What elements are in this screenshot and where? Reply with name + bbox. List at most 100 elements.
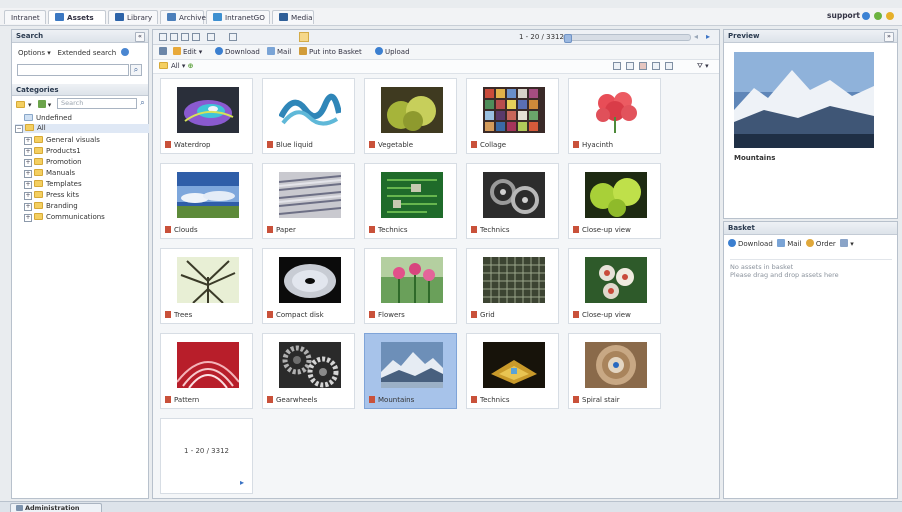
asset-tile[interactable]: Grid — [466, 248, 559, 324]
search-button[interactable]: ⌕ — [130, 64, 142, 76]
expand-node-icon[interactable]: + — [24, 181, 32, 189]
mail-button[interactable]: Mail — [267, 47, 291, 56]
list-view-icon[interactable] — [159, 33, 167, 41]
tree-item-products1[interactable]: + Products1 — [24, 147, 81, 156]
tab-label: Media — [291, 13, 313, 22]
tree-item-manuals[interactable]: + Manuals — [24, 169, 75, 178]
options-menu[interactable]: Options — [18, 49, 45, 57]
expand-node-icon[interactable]: + — [24, 148, 32, 156]
expand-node-icon[interactable]: + — [24, 192, 32, 200]
tree-item-promotion[interactable]: + Promotion — [24, 158, 82, 167]
tab-intranetgo[interactable]: IntranetGO — [206, 10, 270, 24]
add-filter-icon[interactable]: ⊕ — [188, 62, 194, 70]
asset-tile[interactable]: Technics — [364, 163, 457, 239]
page-icon[interactable] — [207, 33, 215, 41]
tab-library[interactable]: Library — [108, 10, 158, 24]
sort-icon[interactable] — [229, 33, 237, 41]
expand-node-icon[interactable]: + — [24, 137, 32, 145]
asset-tile[interactable]: Close-up view — [568, 248, 661, 324]
tab-media[interactable]: Media — [272, 10, 314, 24]
grid-view-icon[interactable] — [170, 33, 178, 41]
tab-archive[interactable]: Archive — [160, 10, 206, 24]
left-panel: Search « Options ▾ Extended search ⌕ Cat… — [11, 29, 149, 499]
asset-tile[interactable]: Paper — [262, 163, 355, 239]
pager-slider[interactable] — [563, 34, 691, 43]
pdf-icon[interactable] — [639, 62, 647, 70]
asset-tile[interactable]: Spiral stair — [568, 333, 661, 409]
basket-download-button[interactable]: Download — [728, 239, 773, 248]
new-folder-icon[interactable] — [16, 101, 25, 108]
edit-icon — [173, 47, 181, 55]
download-button[interactable]: Download — [215, 47, 260, 56]
tree-item-all[interactable]: − All — [15, 124, 149, 133]
export-icon[interactable] — [613, 62, 621, 70]
view-toolbar: 1 - 20 / 3312 ◂ ▸ — [153, 30, 719, 45]
basket-mail-button[interactable]: Mail — [777, 239, 801, 248]
tab-intranet[interactable]: Intranet — [4, 10, 46, 24]
image-file-icon — [369, 311, 375, 318]
collapse-node-icon[interactable]: − — [15, 125, 23, 133]
lightbox-icon[interactable] — [299, 32, 309, 42]
asset-tile[interactable]: Technics — [466, 333, 559, 409]
image-file-icon — [573, 396, 579, 403]
print-icon[interactable] — [652, 62, 660, 70]
asset-tile-selected[interactable]: Mountains — [364, 333, 457, 409]
asset-tile[interactable]: Vegetable — [364, 78, 457, 154]
expand-node-icon[interactable]: + — [24, 214, 32, 222]
expand-node-icon[interactable]: + — [24, 159, 32, 167]
refresh-icon[interactable] — [874, 12, 882, 20]
put-into-basket-button[interactable]: Put into Basket — [299, 47, 362, 56]
table-icon[interactable] — [665, 62, 673, 70]
asset-tile[interactable]: Waterdrop — [160, 78, 253, 154]
asset-tile[interactable]: Trees — [160, 248, 253, 324]
help-icon[interactable] — [862, 12, 870, 20]
add-category-icon[interactable] — [37, 100, 46, 108]
collapse-panel-button[interactable]: « — [135, 32, 145, 42]
tree-item-communications[interactable]: + Communications — [24, 213, 105, 222]
asset-label: Paper — [267, 226, 296, 234]
asset-tile[interactable]: Collage — [466, 78, 559, 154]
filter-dropdown[interactable]: All ▾ ⊕ — [159, 62, 194, 70]
tree-item-general-visuals[interactable]: + General visuals — [24, 136, 100, 145]
asset-tile[interactable]: Technics — [466, 163, 559, 239]
search-input[interactable] — [17, 64, 129, 76]
asset-label: Blue liquid — [267, 141, 313, 149]
asset-tile[interactable]: Hyacinth — [568, 78, 661, 154]
select-icon[interactable] — [159, 47, 167, 55]
tree-item-templates[interactable]: + Templates — [24, 180, 82, 189]
expand-node-icon[interactable]: + — [24, 203, 32, 211]
copy-icon[interactable] — [626, 62, 634, 70]
tab-assets[interactable]: Assets — [48, 10, 106, 24]
extended-search-link[interactable]: Extended search — [57, 49, 116, 57]
basket-order-button[interactable]: Order — [805, 239, 836, 248]
basket-more-button[interactable]: ▾ — [840, 239, 854, 248]
prev-page-icon[interactable]: ◂ — [694, 32, 698, 41]
next-page-icon[interactable]: ▸ — [240, 478, 244, 487]
upload-button[interactable]: Upload — [375, 47, 410, 56]
filter-options-button[interactable]: ⛛ ▾ — [697, 62, 709, 71]
asset-tile[interactable]: Blue liquid — [262, 78, 355, 154]
collapse-panel-button[interactable]: » — [884, 32, 894, 42]
tree-item-branding[interactable]: + Branding — [24, 202, 78, 211]
chevron-down-icon: ▾ — [45, 49, 53, 57]
next-page-icon[interactable]: ▸ — [706, 32, 710, 41]
thumb-view-icon[interactable] — [181, 33, 189, 41]
asset-tile[interactable]: Pattern — [160, 333, 253, 409]
asset-tile[interactable]: Clouds — [160, 163, 253, 239]
tree-item-undefined[interactable]: Undefined — [24, 114, 72, 122]
asset-name: Clouds — [174, 226, 198, 234]
category-search-input[interactable]: Search — [57, 98, 137, 109]
search-icon[interactable]: ⌕ — [138, 98, 147, 109]
edit-button[interactable]: Edit ▾ — [173, 47, 202, 56]
slider-thumb[interactable] — [564, 34, 572, 43]
tree-item-press-kits[interactable]: + Press kits — [24, 191, 79, 200]
large-view-icon[interactable] — [192, 33, 200, 41]
asset-tile[interactable]: Flowers — [364, 248, 457, 324]
asset-tile[interactable]: Gearwheels — [262, 333, 355, 409]
asset-tile[interactable]: Compact disk — [262, 248, 355, 324]
help-icon[interactable] — [121, 48, 130, 56]
logout-icon[interactable] — [886, 12, 894, 20]
asset-tile[interactable]: Close-up view — [568, 163, 661, 239]
preview-panel-title: Preview — [728, 32, 760, 40]
expand-node-icon[interactable]: + — [24, 170, 32, 178]
